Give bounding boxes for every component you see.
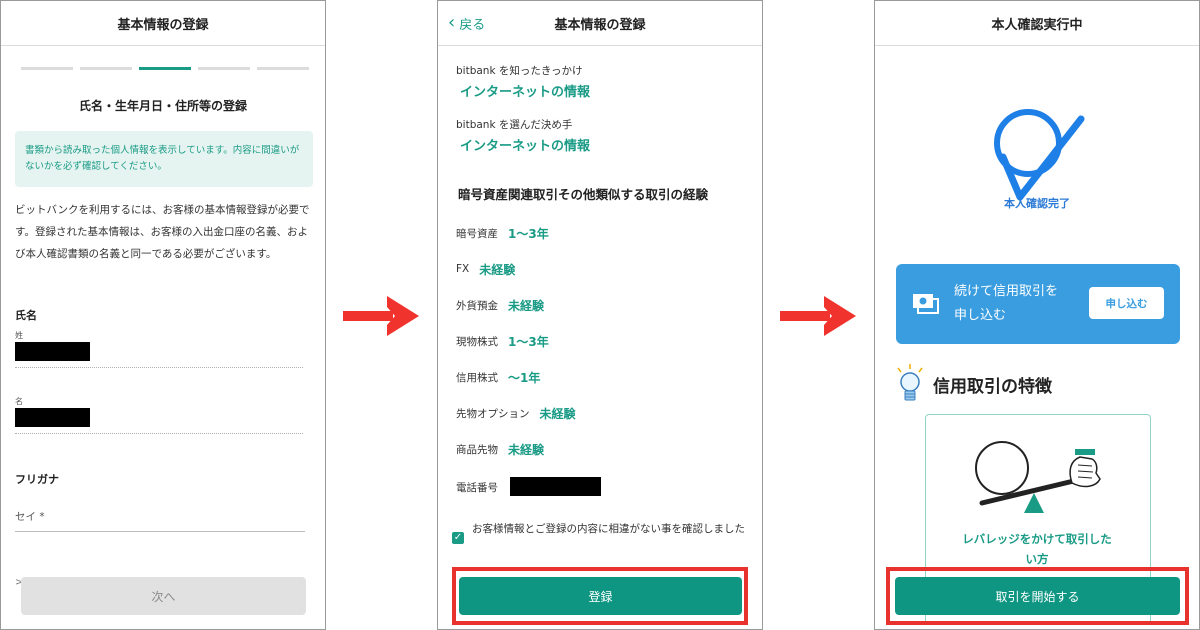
- experience-value: 未経験: [479, 262, 516, 277]
- margin-trading-card: 続けて信用取引を 申し込む 申し込む: [896, 264, 1180, 344]
- back-label: 戻る: [459, 17, 486, 33]
- header-title: 基本情報の登録: [554, 17, 646, 33]
- experience-label: 外貨預金: [456, 299, 498, 312]
- arrow-right-icon: [780, 296, 856, 336]
- nav-header: 本人確認実行中: [875, 1, 1199, 46]
- phone-row: 電話番号: [456, 477, 508, 497]
- nav-header: 基本情報の登録: [1, 1, 325, 46]
- sei-value-redacted[interactable]: [15, 342, 90, 361]
- section-title: 氏名・生年月日・住所等の登録: [78, 99, 247, 113]
- sei-field-underline: [15, 367, 303, 368]
- experience-value: 〜1年: [508, 370, 541, 385]
- step-1: [21, 67, 73, 70]
- experience-row: FX 未経験: [456, 259, 515, 279]
- leverage-illustration: [975, 441, 1101, 513]
- step-3-current: [139, 67, 191, 70]
- answer-how-found: インターネットの情報: [460, 85, 591, 100]
- experience-value: 未経験: [508, 298, 545, 313]
- experience-label: 暗号資産: [456, 227, 498, 240]
- experience-value: 未経験: [508, 442, 545, 457]
- question-how-found: bitbank を知ったきっかけ: [456, 65, 583, 77]
- arrow-right-icon: [343, 296, 419, 336]
- experience-label: FX: [456, 263, 470, 275]
- mei-value-redacted[interactable]: [15, 408, 90, 427]
- margin-card-text: 続けて信用取引を 申し込む: [954, 280, 1058, 328]
- margin-card-line1: 続けて信用取引を: [954, 284, 1059, 299]
- mei-label: 名: [15, 397, 23, 406]
- phone-value-redacted: [510, 477, 601, 496]
- ocr-notice: 書類から読み取った個人情報を表示しています。内容に間違いがないかを必ず確認してく…: [15, 131, 313, 187]
- checkmark-icon: ✓: [453, 532, 463, 543]
- back-button[interactable]: ‹ 戻る: [448, 1, 485, 45]
- step-2: [80, 67, 132, 70]
- experience-value: 1〜3年: [508, 334, 549, 349]
- register-button[interactable]: 登録: [459, 577, 742, 615]
- screen-basic-info-confirm: ‹ 戻る 基本情報の登録 bitbank を知ったきっかけ インターネットの情報…: [437, 0, 763, 630]
- experience-value: 未経験: [539, 406, 576, 421]
- leverage-line2: い方: [1025, 552, 1049, 566]
- experience-row: 先物オプション 未経験: [456, 403, 576, 423]
- verification-complete-text: 本人確認完了: [1004, 197, 1070, 210]
- experience-label: 先物オプション: [456, 407, 530, 420]
- experience-label: 商品先物: [456, 443, 498, 456]
- phone-label: 電話番号: [456, 481, 498, 494]
- checkmark-icon: [994, 109, 1085, 201]
- screen-basic-info-step: 基本情報の登録 氏名・生年月日・住所等の登録 書類から読み取った個人情報を表示し…: [0, 0, 326, 630]
- money-icon: [913, 294, 939, 314]
- experience-title: 暗号資産関連取引その他類似する取引の経験: [458, 187, 709, 202]
- lightbulb-icon: [897, 364, 923, 401]
- leverage-text: レバレッジをかけて取引した い方: [875, 529, 1199, 569]
- chevron-left-icon: ‹: [448, 12, 456, 33]
- apply-button[interactable]: 申し込む: [1089, 287, 1164, 319]
- experience-row: 現物株式 1〜3年: [456, 331, 549, 351]
- sei-kana-underline: [15, 531, 305, 532]
- experience-row: 商品先物 未経験: [456, 439, 544, 459]
- next-button[interactable]: 次へ: [21, 577, 306, 615]
- screen-identity-verification: 本人確認実行中 本人確認完了 続けて信用取引を 申し込む 申し込む 信用取引の特…: [874, 0, 1200, 630]
- confirm-checkbox[interactable]: ✓: [452, 532, 464, 544]
- step-5: [257, 67, 309, 70]
- leverage-line1: レバレッジをかけて取引した: [962, 532, 1112, 546]
- question-why-chosen: bitbank を選んだ決め手: [456, 119, 573, 131]
- name-label: 氏名: [15, 309, 37, 322]
- step-progress: [21, 67, 309, 70]
- furigana-label: フリガナ: [15, 473, 59, 486]
- step-4: [198, 67, 250, 70]
- experience-label: 信用株式: [456, 371, 498, 384]
- header-title: 本人確認実行中: [991, 17, 1083, 33]
- start-trading-button[interactable]: 取引を開始する: [895, 577, 1180, 615]
- margin-card-line2: 申し込む: [954, 308, 1007, 323]
- header-title: 基本情報の登録: [117, 17, 209, 33]
- mei-field-underline: [15, 433, 303, 434]
- experience-row: 暗号資産 1〜3年: [456, 223, 549, 243]
- experience-row: 信用株式 〜1年: [456, 367, 540, 387]
- sei-kana-input[interactable]: セイ *: [15, 509, 45, 524]
- feature-title: 信用取引の特徴: [933, 377, 1052, 397]
- experience-row: 外貨預金 未経験: [456, 295, 544, 315]
- sei-label: 姓: [15, 331, 23, 340]
- nav-header: ‹ 戻る 基本情報の登録: [438, 1, 762, 46]
- experience-value: 1〜3年: [508, 226, 549, 241]
- intro-text: ビットバンクを利用するには、お客様の基本情報登録が必要です。登録された基本情報は…: [15, 204, 310, 260]
- experience-label: 現物株式: [456, 335, 498, 348]
- answer-why-chosen: インターネットの情報: [460, 139, 591, 154]
- confirm-text[interactable]: お客様情報とご登録の内容に相違がない事を確認しました: [472, 519, 754, 539]
